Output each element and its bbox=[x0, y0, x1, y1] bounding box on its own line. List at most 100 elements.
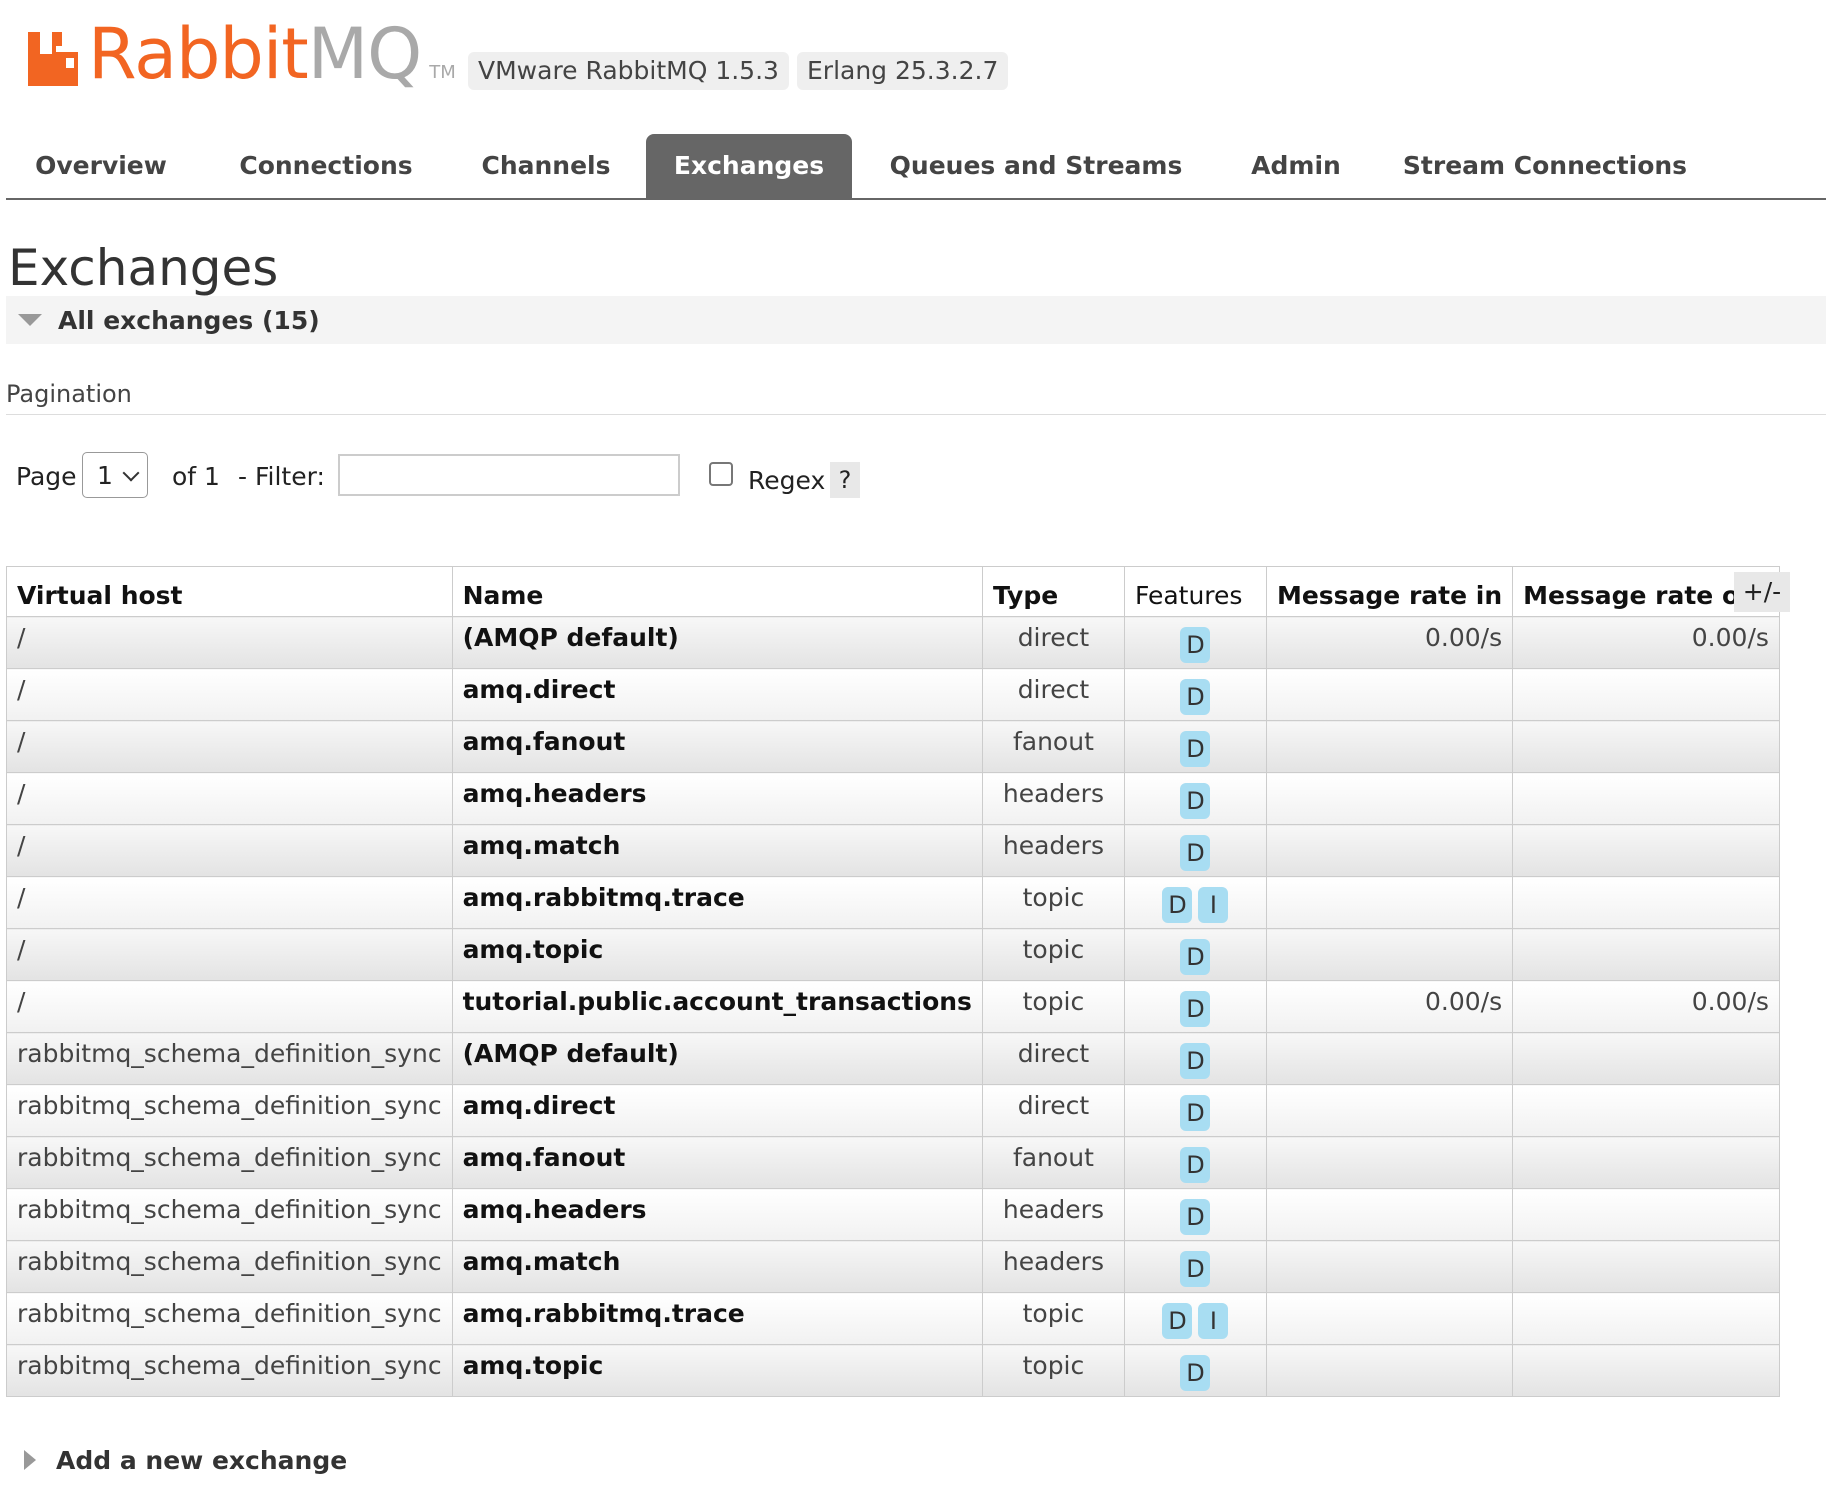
tab-channels[interactable]: Channels bbox=[466, 134, 626, 198]
cell-message-rate-out bbox=[1512, 824, 1780, 877]
regex-checkbox[interactable] bbox=[709, 462, 733, 486]
cell-virtual-host: / bbox=[6, 668, 453, 721]
cell-exchange-name-link[interactable]: amq.rabbitmq.trace bbox=[451, 1292, 983, 1345]
cell-message-rate-out bbox=[1512, 1240, 1780, 1293]
cell-features: D bbox=[1123, 1032, 1267, 1085]
product-version-badge: VMware RabbitMQ 1.5.3 bbox=[468, 52, 789, 90]
cell-exchange-name-link[interactable]: amq.direct bbox=[451, 668, 983, 721]
feature-badge-durable: D bbox=[1180, 835, 1211, 871]
cell-message-rate-in: 0.00/s bbox=[1265, 980, 1514, 1033]
tab-connections[interactable]: Connections bbox=[226, 134, 426, 198]
cell-virtual-host: / bbox=[6, 928, 453, 981]
cell-message-rate-out bbox=[1512, 1292, 1780, 1345]
all-exchanges-section-toggle[interactable]: All exchanges (15) bbox=[6, 296, 1826, 344]
column-toggle-button[interactable]: +/- bbox=[1734, 572, 1790, 612]
cell-virtual-host: / bbox=[6, 772, 453, 825]
expand-triangle-icon bbox=[24, 1450, 36, 1470]
table-row: / amq.fanout fanout D bbox=[6, 720, 1780, 773]
cell-virtual-host: rabbitmq_schema_definition_sync bbox=[6, 1292, 453, 1345]
cell-message-rate-in bbox=[1265, 824, 1514, 877]
cell-features: D bbox=[1123, 980, 1267, 1033]
cell-message-rate-out bbox=[1512, 1136, 1780, 1189]
feature-badge-durable: D bbox=[1180, 783, 1211, 819]
table-row: / amq.topic topic D bbox=[6, 928, 1780, 981]
cell-message-rate-in bbox=[1265, 1292, 1514, 1345]
cell-features: D bbox=[1123, 1344, 1267, 1397]
logo-text-mq: MQ bbox=[307, 13, 422, 95]
cell-exchange-name-link[interactable]: amq.direct bbox=[451, 1084, 983, 1137]
cell-exchange-name-link[interactable]: tutorial.public.account_transactions bbox=[451, 980, 983, 1033]
cell-virtual-host: / bbox=[6, 720, 453, 773]
exchanges-table: Virtual host Name Type Features Message … bbox=[6, 566, 1780, 1397]
cell-exchange-name-link[interactable]: amq.match bbox=[451, 824, 983, 877]
feature-badge-durable: D bbox=[1180, 1043, 1211, 1079]
cell-exchange-name-link[interactable]: amq.fanout bbox=[451, 1136, 983, 1189]
column-header-name[interactable]: Name bbox=[451, 566, 983, 617]
cell-message-rate-out bbox=[1512, 1084, 1780, 1137]
column-header-virtual-host[interactable]: Virtual host bbox=[6, 566, 453, 617]
filter-input[interactable] bbox=[338, 454, 680, 496]
feature-badge-durable: D bbox=[1180, 1355, 1211, 1391]
tab-admin[interactable]: Admin bbox=[1226, 134, 1366, 198]
feature-badge-durable: D bbox=[1180, 679, 1211, 715]
cell-exchange-name-link[interactable]: amq.rabbitmq.trace bbox=[451, 876, 983, 929]
header: Rabbit MQ TM VMware RabbitMQ 1.5.3 Erlan… bbox=[0, 0, 1826, 120]
section-label: All exchanges (15) bbox=[58, 305, 320, 335]
pagination-heading: Pagination bbox=[6, 380, 1826, 415]
feature-badge-durable: D bbox=[1180, 1095, 1211, 1131]
cell-message-rate-out bbox=[1512, 1188, 1780, 1241]
main-nav: Overview Connections Channels Exchanges … bbox=[6, 134, 1826, 200]
cell-type: direct bbox=[981, 1084, 1125, 1137]
cell-type: headers bbox=[981, 772, 1125, 825]
cell-features: D bbox=[1123, 1240, 1267, 1293]
cell-exchange-name-link[interactable]: amq.headers bbox=[451, 772, 983, 825]
column-header-message-rate-in[interactable]: Message rate in bbox=[1265, 566, 1514, 617]
cell-features: D bbox=[1123, 824, 1267, 877]
cell-exchange-name-link[interactable]: amq.headers bbox=[451, 1188, 983, 1241]
cell-message-rate-out bbox=[1512, 1344, 1780, 1397]
add-exchange-section-toggle[interactable]: Add a new exchange bbox=[24, 1442, 347, 1478]
cell-exchange-name-link[interactable]: amq.match bbox=[451, 1240, 983, 1293]
rabbitmq-logo[interactable]: Rabbit MQ TM bbox=[28, 14, 456, 94]
cell-virtual-host: / bbox=[6, 980, 453, 1033]
cell-virtual-host: rabbitmq_schema_definition_sync bbox=[6, 1240, 453, 1293]
tab-stream-connections[interactable]: Stream Connections bbox=[1400, 134, 1690, 198]
cell-type: direct bbox=[981, 668, 1125, 721]
feature-badge-durable: D bbox=[1180, 731, 1211, 767]
cell-type: headers bbox=[981, 824, 1125, 877]
tab-queues-and-streams[interactable]: Queues and Streams bbox=[886, 134, 1186, 198]
feature-badge-durable: D bbox=[1180, 939, 1211, 975]
cell-message-rate-out: 0.00/s bbox=[1512, 980, 1780, 1033]
cell-features: D bbox=[1123, 928, 1267, 981]
tab-exchanges[interactable]: Exchanges bbox=[646, 134, 852, 198]
cell-message-rate-in: 0.00/s bbox=[1265, 616, 1514, 669]
cell-message-rate-in bbox=[1265, 1240, 1514, 1293]
cell-virtual-host: / bbox=[6, 876, 453, 929]
feature-badge-internal: I bbox=[1198, 887, 1229, 923]
cell-features: D bbox=[1123, 720, 1267, 773]
feature-badge-durable: D bbox=[1180, 1251, 1211, 1287]
cell-message-rate-out bbox=[1512, 772, 1780, 825]
cell-exchange-name-link[interactable]: amq.fanout bbox=[451, 720, 983, 773]
cell-type: headers bbox=[981, 1240, 1125, 1293]
page-select[interactable]: 1 bbox=[82, 452, 148, 498]
tab-overview[interactable]: Overview bbox=[16, 134, 186, 198]
regex-help-button[interactable]: ? bbox=[830, 462, 860, 498]
cell-message-rate-out bbox=[1512, 1032, 1780, 1085]
feature-badge-durable: D bbox=[1162, 887, 1193, 923]
cell-virtual-host: rabbitmq_schema_definition_sync bbox=[6, 1344, 453, 1397]
column-header-type[interactable]: Type bbox=[981, 566, 1125, 617]
table-row: / amq.headers headers D bbox=[6, 772, 1780, 825]
table-row: / tutorial.public.account_transactions top… bbox=[6, 980, 1780, 1033]
cell-exchange-name-link[interactable]: (AMQP default) bbox=[451, 616, 983, 669]
cell-exchange-name-link[interactable]: amq.topic bbox=[451, 928, 983, 981]
cell-virtual-host: rabbitmq_schema_definition_sync bbox=[6, 1136, 453, 1189]
table-row: rabbitmq_schema_definition_sync amq.match… bbox=[6, 1240, 1780, 1293]
cell-features: D bbox=[1123, 1188, 1267, 1241]
cell-exchange-name-link[interactable]: amq.topic bbox=[451, 1344, 983, 1397]
cell-virtual-host: rabbitmq_schema_definition_sync bbox=[6, 1188, 453, 1241]
table-row: rabbitmq_schema_definition_sync amq.rabbi… bbox=[6, 1292, 1780, 1345]
table-row: rabbitmq_schema_definition_sync amq.heade… bbox=[6, 1188, 1780, 1241]
cell-message-rate-in bbox=[1265, 1188, 1514, 1241]
cell-exchange-name-link[interactable]: (AMQP default) bbox=[451, 1032, 983, 1085]
